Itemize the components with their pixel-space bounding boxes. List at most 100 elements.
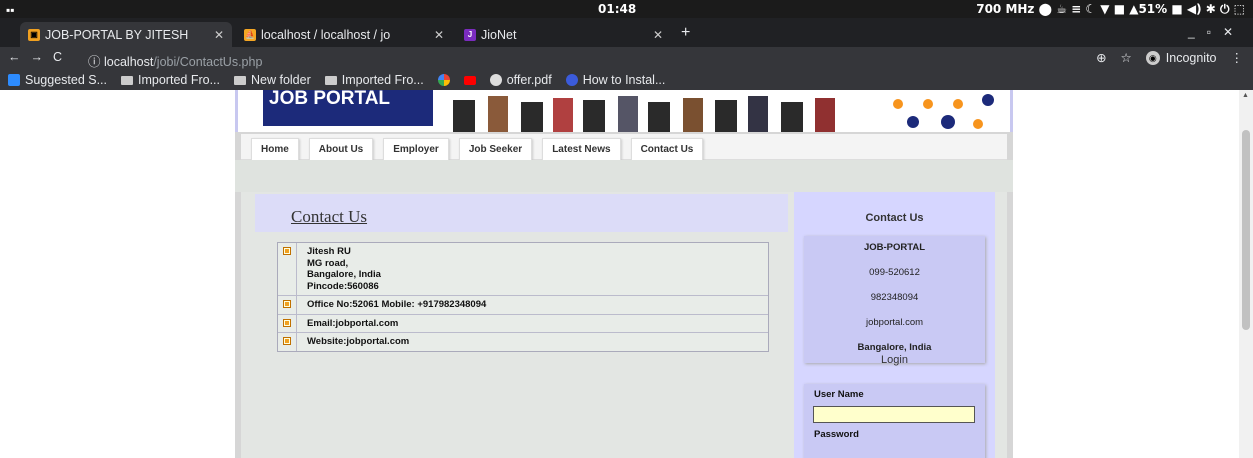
website-info: Website:jobportal.com bbox=[307, 336, 410, 347]
username-input[interactable] bbox=[813, 406, 975, 423]
site-banner: JOB PORTAL bbox=[235, 90, 1013, 132]
sidebar-contact-box: JOB-PORTAL 099-520612 982348094 jobporta… bbox=[804, 236, 985, 363]
nav-job-seeker[interactable]: Job Seeker bbox=[458, 138, 533, 161]
bookmark-label: offer.pdf bbox=[506, 73, 552, 87]
site-icon bbox=[565, 74, 578, 86]
bookmark-how-to-install[interactable]: How to Instal... bbox=[565, 73, 666, 87]
nav-home[interactable]: Home bbox=[251, 138, 299, 161]
url-host: localhost bbox=[103, 55, 154, 69]
bookmark-label: New folder bbox=[251, 73, 311, 87]
jio-favicon-icon: J bbox=[464, 28, 476, 41]
system-tray: 700 MHz ⬤ ☕ ≡ ☾ ▼ ■ ▲51% ■ ◀) ✱ ⏻ ⬚ bbox=[976, 2, 1245, 16]
content-area: Contact Us Jitesh RU MG road, Bangalore,… bbox=[241, 192, 1007, 458]
bookmark-folder[interactable]: New folder bbox=[234, 73, 311, 87]
tab-job-portal[interactable]: ▣ JOB-PORTAL BY JITESH ✕ bbox=[20, 22, 232, 47]
table-row: Website:jobportal.com bbox=[278, 333, 768, 351]
table-row: Office No:52061 Mobile: +917982348094 bbox=[278, 296, 768, 315]
incognito-indicator[interactable]: ◉ Incognito bbox=[1145, 50, 1217, 65]
close-tab-icon[interactable]: ✕ bbox=[653, 28, 663, 42]
sidebar: Contact Us JOB-PORTAL 099-520612 9823480… bbox=[794, 192, 995, 458]
bookmark-label: Imported Fro... bbox=[138, 73, 220, 87]
bookmark-folder[interactable]: Imported Fro... bbox=[324, 73, 424, 87]
incognito-label: Incognito bbox=[1165, 50, 1217, 65]
bullet-icon bbox=[283, 247, 291, 255]
address-line: Pincode:560086 bbox=[307, 280, 379, 292]
youtube-icon bbox=[463, 75, 476, 85]
bookmark-label: How to Instal... bbox=[582, 73, 666, 87]
bookmark-star-icon[interactable]: ☆ bbox=[1121, 50, 1132, 65]
tab-title: JioNet bbox=[481, 27, 517, 42]
phone-2: 982348094 bbox=[870, 292, 919, 303]
address-line: MG road, bbox=[307, 257, 349, 269]
login-title: Login bbox=[881, 354, 908, 366]
email-info: Email:jobportal.com bbox=[307, 317, 399, 329]
incognito-icon: ◉ bbox=[1145, 50, 1160, 65]
bookmark-folder[interactable]: Imported Fro... bbox=[121, 73, 220, 87]
password-label: Password bbox=[814, 429, 859, 440]
navigation-buttons[interactable]: ←→C bbox=[8, 50, 72, 64]
sidebar-contact-title: Contact Us bbox=[865, 212, 924, 224]
new-tab-icon[interactable]: + bbox=[681, 24, 690, 42]
folder-icon bbox=[324, 75, 337, 85]
page-title: Contact Us bbox=[255, 194, 788, 232]
company-name: JOB-PORTAL bbox=[863, 242, 926, 253]
page-scrollbar[interactable]: ▲ bbox=[1239, 90, 1253, 458]
contact-info-table: Jitesh RU MG road, Bangalore, India Pinc… bbox=[277, 242, 769, 352]
site-page: JOB PORTAL Home About Us Employer Job Se… bbox=[235, 90, 1013, 458]
url-path: /jobi/ContactUs.php bbox=[153, 55, 263, 69]
bullet-icon bbox=[283, 318, 291, 327]
site-logo: JOB PORTAL bbox=[263, 90, 433, 126]
nav-contact-us[interactable]: Contact Us bbox=[630, 138, 704, 161]
bookmark-offer-pdf[interactable]: offer.pdf bbox=[489, 73, 552, 87]
tab-title: JOB-PORTAL BY JITESH bbox=[45, 27, 189, 42]
site-nav-bar: Home About Us Employer Job Seeker Latest… bbox=[241, 134, 1007, 161]
url-field[interactable]: ⓘ localhost/jobi/ContactUs.php bbox=[88, 51, 262, 70]
table-row: Email:jobportal.com bbox=[278, 314, 768, 333]
company-site: jobportal.com bbox=[865, 317, 924, 328]
bookmarks-bar: Suggested S... Imported Fro... New folde… bbox=[0, 70, 1253, 90]
address-line: Bangalore, India bbox=[307, 269, 381, 280]
google-icon bbox=[437, 74, 450, 86]
close-tab-icon[interactable]: ✕ bbox=[434, 28, 444, 42]
banner-dots-decoration bbox=[893, 94, 994, 129]
table-row: Jitesh RU MG road, Bangalore, India Pinc… bbox=[278, 243, 768, 296]
site-favicon-icon: ▣ bbox=[28, 28, 40, 41]
address-bar-row: ←→C ⓘ localhost/jobi/ContactUs.php ⊕ ☆ ◉… bbox=[0, 47, 1253, 70]
apps-grid-icon[interactable]: ▪▪ bbox=[6, 3, 15, 17]
address-block: Jitesh RU MG road, Bangalore, India Pinc… bbox=[297, 243, 381, 295]
system-status-bar: ▪▪ 01:48 700 MHz ⬤ ☕ ≡ ☾ ▼ ■ ▲51% ■ ◀) ✱… bbox=[0, 0, 1253, 18]
close-tab-icon[interactable]: ✕ bbox=[214, 28, 224, 42]
bookmark-label: Imported Fro... bbox=[341, 73, 424, 87]
system-clock: 01:48 bbox=[598, 2, 637, 16]
main-column: Contact Us Jitesh RU MG road, Bangalore,… bbox=[255, 194, 788, 458]
scrollbar-thumb[interactable] bbox=[1242, 130, 1250, 330]
bing-icon bbox=[8, 74, 20, 86]
login-form: User Name Password bbox=[804, 384, 985, 458]
divider-band bbox=[235, 160, 1013, 192]
folder-icon bbox=[234, 75, 246, 85]
bullet-icon bbox=[283, 337, 291, 345]
username-label: User Name bbox=[814, 389, 864, 400]
zoom-icon[interactable]: ⊕ bbox=[1096, 50, 1106, 65]
window-controls[interactable]: _▫✕ bbox=[1188, 25, 1245, 39]
nav-employer[interactable]: Employer bbox=[383, 138, 449, 161]
bookmark-youtube[interactable] bbox=[463, 75, 476, 85]
bookmark-google[interactable] bbox=[437, 74, 450, 86]
phone-1: 099-520612 bbox=[869, 267, 920, 278]
tab-jionet[interactable]: J JioNet ✕ bbox=[456, 22, 671, 47]
bookmark-label: Suggested S... bbox=[25, 73, 108, 87]
address-line: Jitesh RU bbox=[307, 246, 351, 257]
tab-phpmyadmin[interactable]: ⛵ localhost / localhost / jo ✕ bbox=[236, 22, 452, 47]
tab-title: localhost / localhost / jo bbox=[261, 27, 391, 42]
bullet-icon bbox=[283, 300, 291, 308]
banner-people-image bbox=[453, 96, 835, 132]
globe-icon bbox=[489, 74, 502, 86]
nav-latest-news[interactable]: Latest News bbox=[542, 138, 621, 161]
nav-about-us[interactable]: About Us bbox=[308, 138, 374, 161]
page-viewport: JOB PORTAL Home About Us Employer Job Se… bbox=[0, 90, 1253, 458]
scroll-up-icon[interactable]: ▲ bbox=[1242, 92, 1249, 99]
office-info: Office No:52061 Mobile: +917982348094 bbox=[307, 299, 487, 310]
folder-icon bbox=[121, 75, 134, 85]
bookmark-suggested[interactable]: Suggested S... bbox=[8, 73, 107, 87]
browser-menu-icon[interactable]: ⋮ bbox=[1231, 50, 1244, 65]
